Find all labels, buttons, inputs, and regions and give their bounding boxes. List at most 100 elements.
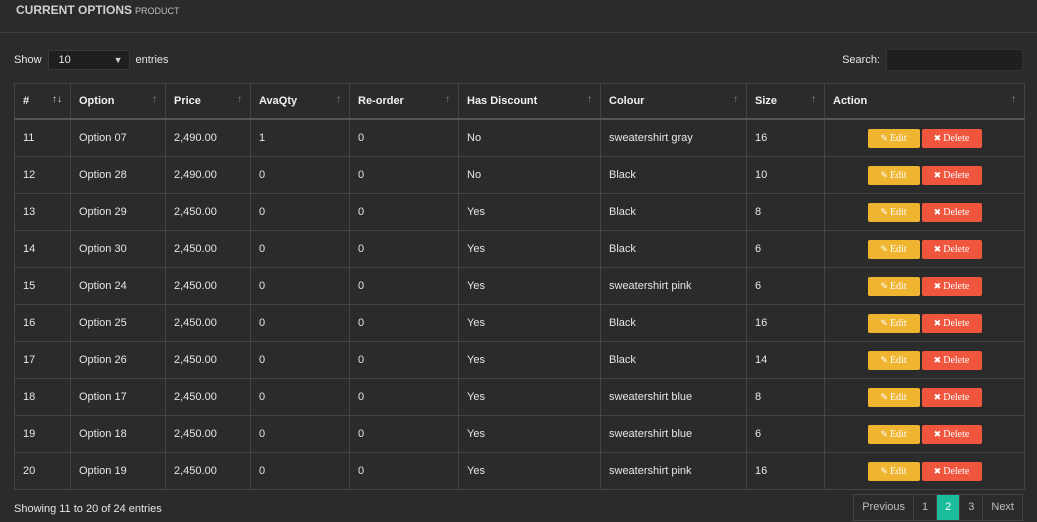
delete-label: Delete [943,391,970,403]
cell-qty: 0 [250,267,350,305]
table-row: 14 Option 30 2,450.00 0 0 Yes Black 6 ✎ Edit ✖ Dele… [14,230,1025,268]
edit-button[interactable]: ✎ Edit [867,128,920,148]
pagination-page-2[interactable]: 2 [936,495,960,520]
edit-button[interactable]: ✎ Edit [867,387,920,407]
cell-qty: 0 [250,156,350,194]
cell-qty: 0 [250,378,350,416]
search-input[interactable] [886,49,1023,71]
cell-discount: Yes [458,452,601,490]
column-header-price[interactable]: Price ↑ [165,83,251,120]
cell-id: 19 [14,415,71,453]
edit-icon: ✎ [880,392,888,403]
cell-price: 2,450.00 [165,193,251,231]
pagination-page-3[interactable]: 3 [959,495,982,520]
delete-button[interactable]: ✖ Delete [921,239,982,259]
column-header-colour[interactable]: Colour ↑ [600,83,747,120]
column-header-has-discount[interactable]: Has Discount ↑ [458,83,601,120]
column-header-action[interactable]: Action ↑ [824,83,1025,120]
cell-size: 10 [746,156,825,194]
edit-label: Edit [889,317,907,329]
cell-reorder: 0 [349,341,459,379]
column-header-label: AvaQty [259,95,298,107]
options-table: # ↑↓ Option ↑ Price ↑ AvaQty ↑ Re-order ↑ Has Disc… [14,83,1025,490]
column-header-id[interactable]: # ↑↓ [14,83,71,120]
column-header-label: Re-order [358,95,404,107]
cell-id: 16 [14,304,71,342]
edit-icon: ✎ [880,244,888,255]
delete-button[interactable]: ✖ Delete [921,313,982,333]
edit-icon: ✎ [880,318,888,329]
close-icon: ✖ [933,355,942,366]
cell-discount: Yes [458,415,601,453]
edit-label: Edit [889,354,907,366]
cell-colour: sweatershirt pink [600,267,747,305]
cell-colour: Black [600,341,747,379]
edit-button[interactable]: ✎ Edit [867,461,920,481]
cell-qty: 0 [250,452,350,490]
edit-button[interactable]: ✎ Edit [867,239,920,259]
delete-button[interactable]: ✖ Delete [921,128,982,148]
delete-button[interactable]: ✖ Delete [921,350,982,370]
cell-action: ✎ Edit ✖ Delete [824,341,1025,379]
pagination-next[interactable]: Next [982,495,1022,520]
cell-option: Option 26 [70,341,166,379]
cell-option: Option 30 [70,230,166,268]
table-row: 11 Option 07 2,490.00 1 0 No sweatershirt gray… [14,118,1025,157]
cell-price: 2,490.00 [165,118,251,157]
edit-button[interactable]: ✎ Edit [867,276,920,296]
close-icon: ✖ [933,281,942,292]
edit-button[interactable]: ✎ Edit [867,313,920,333]
edit-button[interactable]: ✎ Edit [867,202,920,222]
table-info: Showing 11 to 20 of 24 entries [14,503,162,515]
delete-button[interactable]: ✖ Delete [921,387,982,407]
cell-option: Option 17 [70,378,166,416]
close-icon: ✖ [933,133,942,144]
entries-select[interactable]: 10 ▼ [47,50,130,70]
table-row: 13 Option 29 2,450.00 0 0 Yes Black 8 ✎ Edit ✖ Dele… [14,193,1025,231]
cell-discount: No [458,118,601,157]
column-header-label: Colour [609,95,645,107]
cell-qty: 1 [250,118,350,157]
cell-option: Option 24 [70,267,166,305]
cell-id: 14 [14,230,71,268]
delete-button[interactable]: ✖ Delete [921,202,982,222]
table-row: 20 Option 19 2,450.00 0 0 Yes sweatershirt pin… [14,452,1025,490]
cell-price: 2,450.00 [165,341,251,379]
page-header: CURRENT OPTIONS PRODUCT [0,0,1037,33]
cell-qty: 0 [250,415,350,453]
table-row: 18 Option 17 2,450.00 0 0 Yes sweatershirt blu… [14,378,1025,416]
column-header-label: Option [79,95,115,107]
cell-option: Option 18 [70,415,166,453]
cell-id: 13 [14,193,71,231]
column-header-option[interactable]: Option ↑ [70,83,166,120]
edit-label: Edit [889,465,907,477]
cell-colour: sweatershirt blue [600,415,747,453]
cell-colour: sweatershirt blue [600,378,747,416]
close-icon: ✖ [933,207,942,218]
edit-icon: ✎ [880,466,888,477]
delete-button[interactable]: ✖ Delete [921,276,982,296]
pagination-page-1[interactable]: 1 [913,495,936,520]
column-header-size[interactable]: Size ↑ [746,83,825,120]
delete-button[interactable]: ✖ Delete [921,424,982,444]
edit-icon: ✎ [880,207,888,218]
delete-button[interactable]: ✖ Delete [921,461,982,481]
cell-discount: Yes [458,304,601,342]
cell-price: 2,450.00 [165,378,251,416]
column-header-avaqty[interactable]: AvaQty ↑ [250,83,350,120]
close-icon: ✖ [933,466,942,477]
cell-reorder: 0 [349,118,459,157]
sort-icon: ↑ [1011,94,1016,105]
pagination-previous[interactable]: Previous [854,495,913,520]
column-header-reorder[interactable]: Re-order ↑ [349,83,459,120]
edit-label: Edit [889,428,907,440]
cell-qty: 0 [250,341,350,379]
delete-button[interactable]: ✖ Delete [921,165,982,185]
cell-option: Option 28 [70,156,166,194]
edit-button[interactable]: ✎ Edit [867,350,920,370]
edit-button[interactable]: ✎ Edit [867,165,920,185]
cell-option: Option 19 [70,452,166,490]
edit-button[interactable]: ✎ Edit [867,424,920,444]
cell-id: 15 [14,267,71,305]
cell-option: Option 29 [70,193,166,231]
